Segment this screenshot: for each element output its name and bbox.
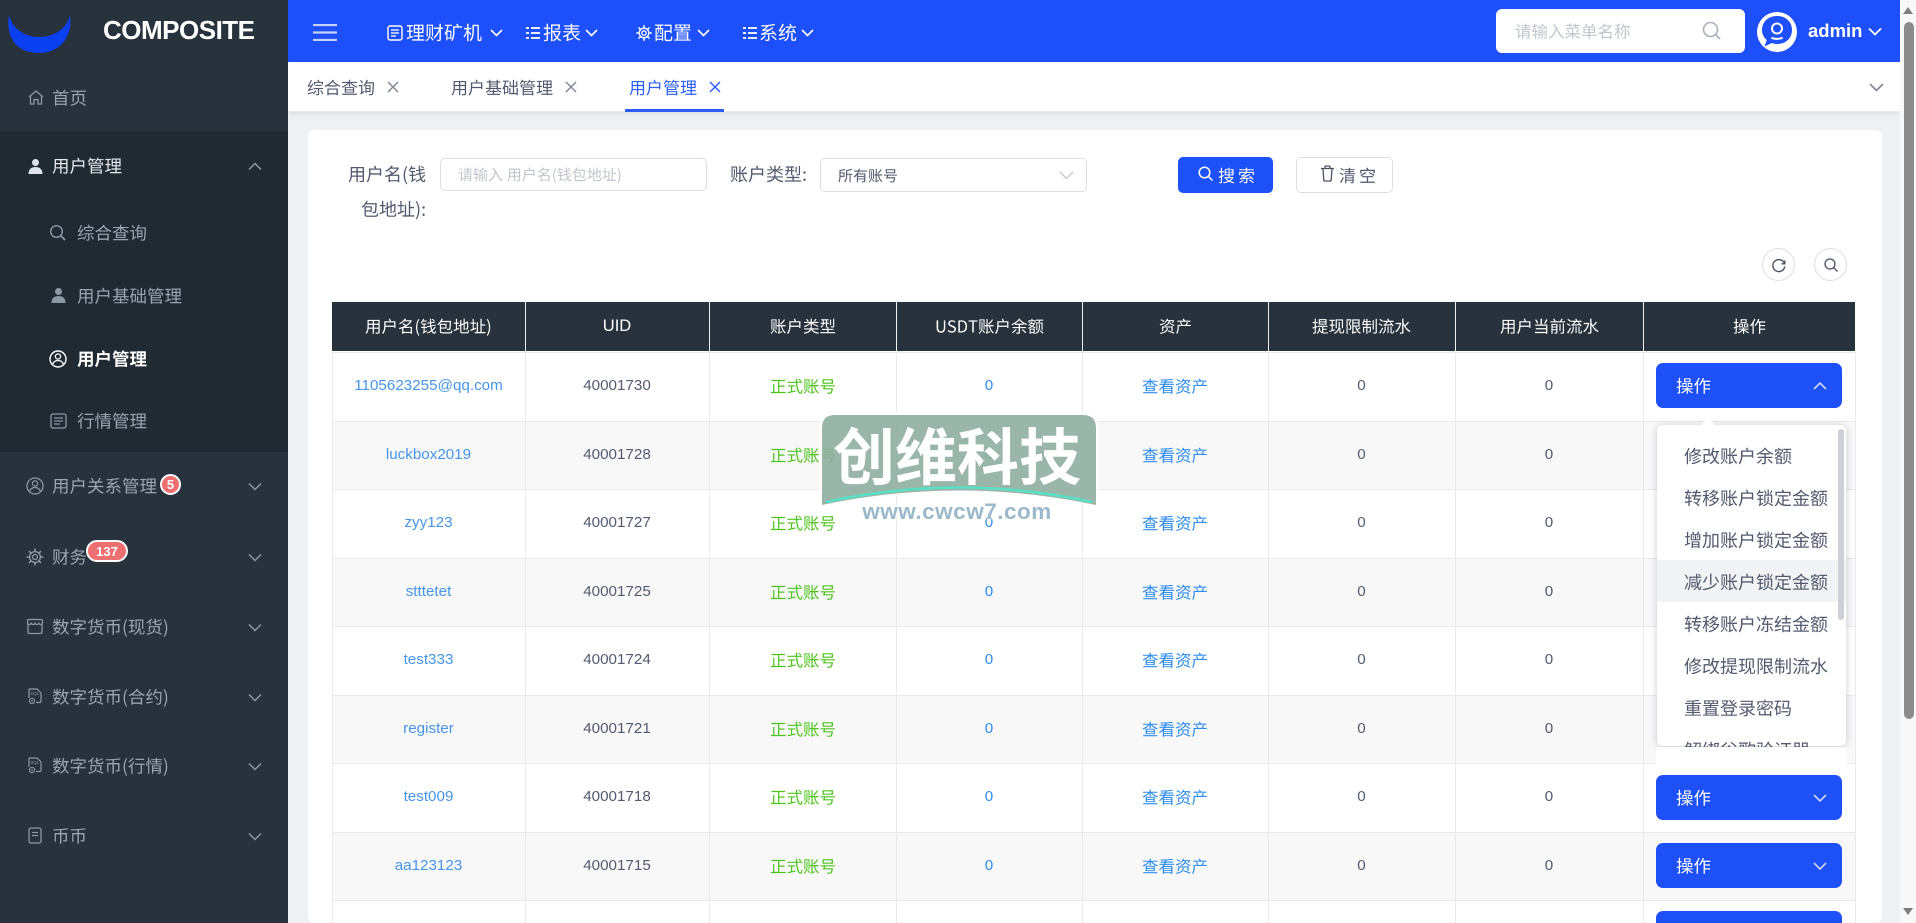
svg-text:SQL: SQL — [30, 691, 40, 696]
svg-text:SQL: SQL — [30, 760, 40, 765]
